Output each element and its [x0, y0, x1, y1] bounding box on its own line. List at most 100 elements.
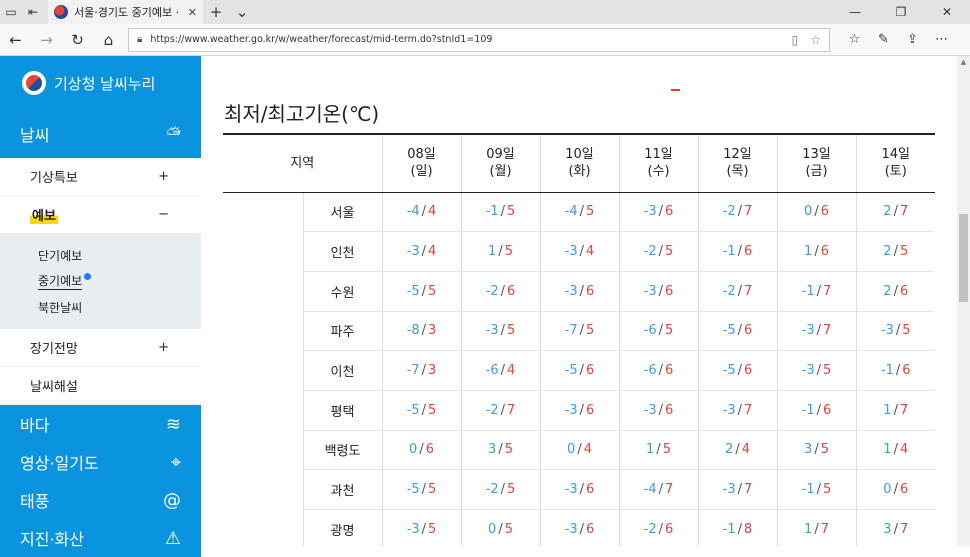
temp-separator: / — [577, 442, 582, 458]
collapse-minus-icon[interactable]: − — [158, 207, 169, 222]
max-temp: 5 — [504, 442, 513, 458]
temp-cell: -1/6 — [855, 350, 936, 391]
day-of-week: (월) — [489, 164, 512, 180]
day-header: 14일 (토) — [855, 133, 936, 193]
min-temp: -3 — [801, 323, 815, 339]
refresh-icon[interactable]: ↻ — [62, 31, 93, 49]
address-bar: ← → ↻ ⌂ 🔒︎ https://www.weather.go.kr/w/w… — [0, 24, 970, 56]
share-icon[interactable]: ⇪ — [898, 32, 927, 47]
temp-cell: -5/5 — [381, 390, 462, 431]
temp-separator: / — [579, 323, 585, 339]
region-header: 지역 — [223, 133, 383, 193]
min-temp: -1 — [722, 244, 736, 260]
expand-plus-icon[interactable]: + — [158, 169, 169, 184]
temp-separator: / — [735, 442, 740, 458]
sidebar-item-commentary[interactable]: 날씨해설 — [0, 367, 201, 405]
sidebar-item-forecast[interactable]: 예보 − — [0, 196, 201, 234]
temp-cell: -1/7 — [776, 271, 857, 312]
pen-icon[interactable]: ✎ — [869, 32, 898, 47]
browser-tab[interactable]: 서울·경기도 중기예보 · ✕ — [48, 0, 203, 24]
submenu-item-short-term[interactable]: 단기예보 — [38, 242, 201, 268]
max-temp: 6 — [899, 283, 909, 299]
close-window-icon[interactable]: ✕ — [924, 5, 970, 19]
temp-separator: / — [893, 521, 898, 537]
submenu-label: 북한날씨 — [38, 300, 83, 315]
temp-cell: 1/5 — [618, 430, 699, 471]
temp-cell: -3/6 — [539, 271, 620, 312]
min-temp: -5 — [722, 323, 736, 339]
sidebar-section-typhoon[interactable]: 태풍 @ — [0, 481, 201, 519]
site-logo[interactable]: 기상청 날씨누리 — [0, 56, 201, 110]
temp-separator: / — [658, 323, 664, 339]
url-text: https://www.weather.go.kr/w/weather/fore… — [150, 34, 493, 45]
temp-separator: / — [579, 204, 585, 220]
reading-view-icon[interactable]: ▯ — [792, 33, 799, 47]
submenu-label: 중기예보 — [38, 274, 83, 290]
max-temp: 6 — [425, 442, 434, 458]
temp-cell: -2/7 — [697, 192, 778, 233]
sidebar-section-imagery[interactable]: 영상·일기도 ⌖ — [0, 443, 201, 481]
min-temp: -2 — [485, 402, 499, 418]
max-temp: 6 — [665, 402, 674, 418]
temp-cell: -7/3 — [381, 350, 462, 391]
day-header: 08일 (일) — [381, 133, 462, 193]
temp-cell: -4/5 — [539, 192, 620, 233]
submenu-item-north-korea[interactable]: 북한날씨 — [38, 294, 201, 320]
sidebar-item-warnings[interactable]: 기상특보 + — [0, 158, 201, 196]
max-temp: 6 — [902, 363, 911, 379]
max-temp: 8 — [744, 521, 753, 537]
tab-actions-icon[interactable]: ▭ — [0, 0, 22, 24]
day-date: 13일 — [802, 147, 831, 163]
new-tab-icon[interactable]: + — [203, 3, 229, 21]
max-temp: 4 — [507, 363, 516, 379]
max-temp: 7 — [820, 521, 829, 537]
day-date: 09일 — [486, 147, 515, 163]
page-scrollbar[interactable]: ▲ — [957, 56, 970, 546]
temp-separator: / — [500, 402, 506, 418]
region-name: 과천 — [302, 469, 383, 510]
temp-separator: / — [498, 442, 503, 458]
temp-separator: / — [421, 204, 427, 220]
temp-cell: -5/6 — [539, 350, 620, 391]
day-of-week: (토) — [884, 164, 907, 180]
sidebar-item-long-term[interactable]: 장기전망 + — [0, 329, 201, 367]
minimize-icon[interactable]: — — [832, 5, 878, 19]
temp-separator: / — [500, 283, 506, 299]
submenu-item-mid-term[interactable]: 중기예보 — [38, 268, 201, 294]
max-temp: 6 — [665, 363, 674, 379]
sidebar-section-weather[interactable]: 날씨 ⛅︎ — [0, 110, 201, 158]
temp-separator: / — [421, 283, 427, 299]
scrollbar-thumb[interactable] — [959, 214, 968, 302]
back-icon[interactable]: ← — [0, 31, 31, 49]
home-icon[interactable]: ⌂ — [93, 31, 124, 49]
tab-list-chevron-icon[interactable]: ⌄ — [229, 3, 255, 21]
row-spacer — [223, 311, 303, 351]
more-icon[interactable]: ⋯ — [927, 32, 956, 47]
url-field[interactable]: 🔒︎ https://www.weather.go.kr/w/weather/f… — [128, 27, 830, 52]
temp-separator: / — [737, 204, 743, 220]
earthquake-icon: ⚠︎ — [164, 527, 181, 549]
close-tab-icon[interactable]: ✕ — [188, 6, 197, 19]
scroll-up-icon[interactable]: ▲ — [957, 58, 970, 66]
day-header: 10일 (화) — [539, 133, 620, 193]
sidebar-section-earthquake[interactable]: 지진·화산 ⚠︎ — [0, 519, 201, 557]
min-temp: -3 — [801, 363, 815, 379]
table-row: 파주 -8/3 -3/5 -7/5 -6/5 -5/6 -3/7 -3/5 — [223, 311, 936, 352]
temp-cell: -3/6 — [539, 469, 620, 510]
sidebar-item-label: 예보 — [30, 205, 58, 224]
favorite-star-icon[interactable]: ☆ — [810, 33, 821, 47]
table-row: 이천 -7/3 -6/4 -5/6 -6/6 -5/6 -3/5 -1/6 — [223, 350, 936, 391]
forward-icon[interactable]: → — [31, 31, 62, 49]
temp-cell: -1/8 — [697, 509, 778, 546]
favorites-list-icon[interactable]: ☆ — [840, 32, 869, 47]
sidebar-section-marine[interactable]: 바다 ≋ — [0, 405, 201, 443]
temp-cell: -2/7 — [697, 271, 778, 312]
table-row: 수원 -5/5 -2/6 -3/6 -3/6 -2/7 -1/7 2/6 — [223, 271, 936, 312]
max-temp: 4 — [583, 442, 592, 458]
tab-aside-icon[interactable]: ⇤ — [22, 0, 44, 24]
restore-icon[interactable]: ❐ — [878, 5, 924, 19]
temp-separator: / — [737, 323, 743, 339]
max-temp: 4 — [741, 442, 750, 458]
expand-plus-icon[interactable]: + — [158, 340, 169, 355]
temp-separator: / — [500, 482, 506, 498]
